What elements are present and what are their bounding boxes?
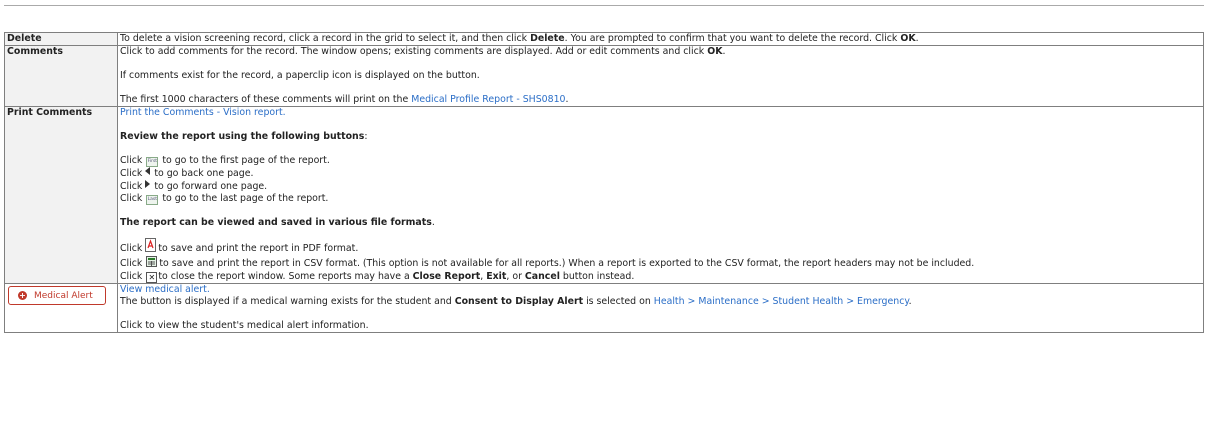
forward-arrow-icon xyxy=(145,180,151,188)
back-page-line: Click to go back one page. xyxy=(120,167,254,179)
row-desc-medical-alert: View medical alert. The button is displa… xyxy=(117,283,1204,333)
row-label-medical-alert: + Medical Alert xyxy=(4,283,118,333)
plus-circle-icon: + xyxy=(18,291,27,300)
last-page-line: Click Last to go to the last page of the… xyxy=(120,193,329,205)
pdf-icon xyxy=(145,238,157,256)
csv-line: Click to save and print the report in CS… xyxy=(120,256,975,271)
table-row: Comments Click to add comments for the r… xyxy=(4,45,1204,107)
medical-alert-paragraph-2: Click to view the student's medical aler… xyxy=(120,320,369,331)
forward-page-line: Click to go forward one page. xyxy=(120,180,268,192)
medical-profile-report-link[interactable]: Medical Profile Report - SHS0810 xyxy=(411,94,565,105)
row-desc-delete: To delete a vision screening record, cli… xyxy=(117,32,1204,46)
medical-alert-button[interactable]: + Medical Alert xyxy=(8,286,106,305)
last-page-icon: Last xyxy=(146,195,159,205)
review-heading: Review the report using the following bu… xyxy=(120,131,368,142)
top-divider xyxy=(4,5,1204,6)
first-page-icon: First xyxy=(146,157,159,167)
pdf-line: Click to save and print the report in PDF… xyxy=(120,238,1201,256)
close-line: Click ✕ to close the report window. Some … xyxy=(120,271,635,283)
csv-icon xyxy=(146,256,158,271)
table-row: Print Comments Print the Comments - Visi… xyxy=(4,106,1204,284)
table-row: Delete To delete a vision screening reco… xyxy=(4,32,1204,46)
print-comments-vision-link[interactable]: Print the Comments - Vision report. xyxy=(120,107,286,118)
health-emergency-path-link[interactable]: Health > Maintenance > Student Health > … xyxy=(654,296,909,307)
formats-heading: The report can be viewed and saved in va… xyxy=(120,217,435,228)
table-row: + Medical Alert View medical alert. The b… xyxy=(4,283,1204,333)
medical-alert-paragraph-1: The button is displayed if a medical war… xyxy=(120,296,912,307)
comments-paragraph-1: Click to add comments for the record. Th… xyxy=(120,46,726,57)
back-arrow-icon xyxy=(145,167,151,175)
row-label-delete: Delete xyxy=(4,32,118,46)
comments-paragraph-2: If comments exist for the record, a pape… xyxy=(120,70,480,81)
row-desc-comments: Click to add comments for the record. Th… xyxy=(117,45,1204,107)
row-label-print-comments: Print Comments xyxy=(4,106,118,284)
help-table: Delete To delete a vision screening reco… xyxy=(4,32,1204,333)
row-desc-print-comments: Print the Comments - Vision report. Revi… xyxy=(117,106,1204,284)
row-label-comments: Comments xyxy=(4,45,118,107)
close-icon: ✕ xyxy=(146,272,158,283)
comments-paragraph-3: The first 1000 characters of these comme… xyxy=(120,94,569,105)
view-medical-alert-link[interactable]: View medical alert. xyxy=(120,284,210,295)
first-page-line: Click First to go to the first page of t… xyxy=(120,155,330,167)
